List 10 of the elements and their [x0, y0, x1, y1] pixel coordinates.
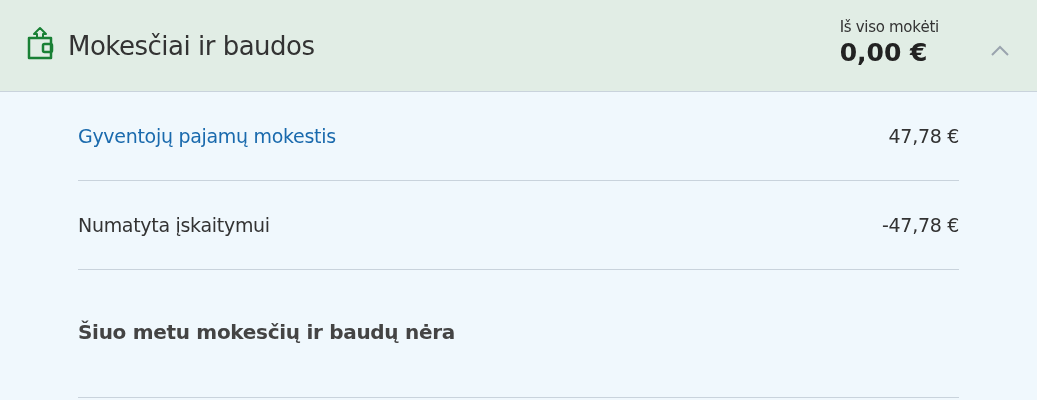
empty-note: Šiuo metu mokesčių ir baudų nėra — [78, 319, 455, 344]
tax-link[interactable]: Gyventojų pajamų mokestis — [78, 125, 336, 147]
total-label: Iš viso mokėti — [839, 18, 939, 36]
chevron-icon[interactable] — [991, 45, 1009, 56]
amount: 47,78 € — [888, 125, 959, 147]
total-amount: 0,00 € — [839, 38, 929, 67]
section-title: Mokesčiai ir baudos — [68, 30, 316, 61]
wallet-icon — [26, 25, 54, 60]
row-label: Numatyta įskaitymui — [78, 214, 270, 236]
amount: -47,78 € — [882, 214, 959, 236]
